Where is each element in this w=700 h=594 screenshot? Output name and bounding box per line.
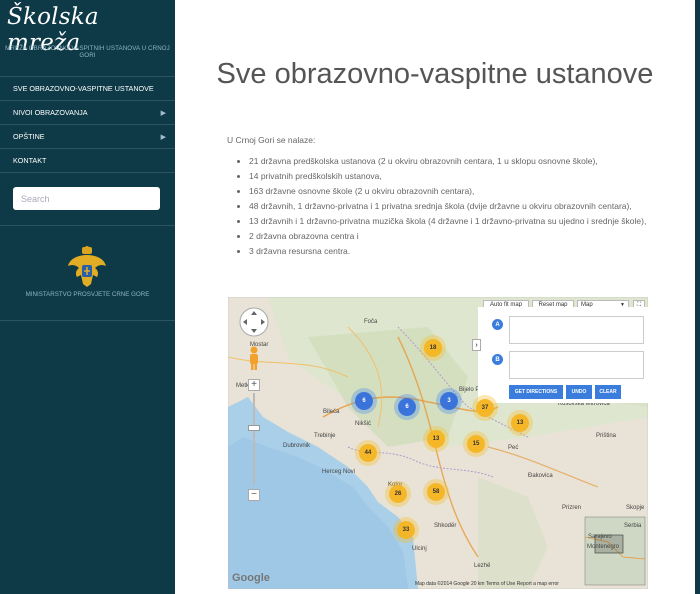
route-end-input[interactable] xyxy=(509,351,644,379)
sidebar-divider xyxy=(0,225,175,226)
map-cluster-marker[interactable]: 15 xyxy=(467,435,485,453)
nav-item-all-institutions[interactable]: SVE OBRAZOVNO-VASPITNE USTANOVE xyxy=(0,76,175,100)
nav-item-label: NIVOI OBRAZOVANJA xyxy=(13,108,88,117)
institution-summary-list: 21 državna predškolska ustanova (2 u okv… xyxy=(235,155,649,260)
list-item: 163 državne osnovne škole (2 u okviru ob… xyxy=(249,185,649,197)
map-attribution: Map data ©2014 Google 20 km Terms of Use… xyxy=(415,581,559,587)
map-place-label: Peć xyxy=(508,445,519,451)
map-place-label: Dubrovnik xyxy=(283,443,311,449)
map-cluster-marker[interactable]: 13 xyxy=(511,414,529,432)
map-pan-control[interactable] xyxy=(239,307,269,337)
map-place-label: Foča xyxy=(364,319,378,325)
list-item: 48 državnih, 1 državno-privatna i 1 priv… xyxy=(249,200,649,212)
map-place-label: Ulcinj xyxy=(412,546,427,552)
collapse-panel-button[interactable]: › xyxy=(472,339,481,351)
search-input[interactable] xyxy=(13,187,160,210)
chevron-right-icon: ▶ xyxy=(160,110,166,117)
sidebar-divider xyxy=(0,320,175,321)
map-cluster-marker[interactable]: 33 xyxy=(397,521,415,539)
nav-item-contact[interactable]: KONTAKT xyxy=(0,148,175,172)
nav-item-education-levels[interactable]: NIVOI OBRAZOVANJA ▶ xyxy=(0,100,175,124)
zoom-slider-track[interactable] xyxy=(253,393,255,485)
nav-item-label: SVE OBRAZOVNO-VASPITNE USTANOVE xyxy=(13,84,154,93)
right-gutter xyxy=(695,0,700,594)
map-cluster-marker[interactable]: 37 xyxy=(476,399,494,417)
map-place-label: Bileća xyxy=(323,409,340,415)
ministry-label: MINISTARSTVO PROSVJETE CRNE GORE xyxy=(25,291,150,298)
map-cluster-marker[interactable]: 6 xyxy=(398,398,416,416)
map-place-label: Trebinje xyxy=(314,433,336,439)
map-cluster-marker[interactable]: 3 xyxy=(440,392,458,410)
page-title: Sve obrazovno-vaspitne ustanove xyxy=(216,58,654,91)
map-place-label: Montenegro xyxy=(587,544,620,550)
route-start-input[interactable] xyxy=(509,316,644,344)
zoom-in-button[interactable]: + xyxy=(248,379,260,391)
street-view-pegman-icon[interactable] xyxy=(247,345,261,371)
undo-button[interactable]: UNDO xyxy=(566,385,592,399)
map-cluster-marker[interactable]: 58 xyxy=(427,483,445,501)
sidebar: Školska mreža MREŽA OBRAZOVNO-VASPITNIH … xyxy=(0,0,175,594)
coat-of-arms-icon xyxy=(68,246,106,287)
map-place-label: Đakovica xyxy=(528,473,553,479)
nav-divider xyxy=(0,172,175,173)
google-logo: Google xyxy=(232,572,270,584)
nav-item-municipalities[interactable]: OPŠTINE ▶ xyxy=(0,124,175,148)
list-item: 21 državna predškolska ustanova (2 u okv… xyxy=(249,155,649,167)
intro-text: U Crnoj Gori se nalaze: xyxy=(227,135,316,145)
map-cluster-marker[interactable]: 18 xyxy=(424,339,442,357)
map-view[interactable]: Mostar Metković Bileća Trebinje Dubrovni… xyxy=(228,297,648,589)
site-tagline: MREŽA OBRAZOVNO-VASPITNIH USTANOVA U CRN… xyxy=(5,45,170,59)
list-item: 14 privatnih predškolskih ustanova, xyxy=(249,170,649,182)
chevron-right-icon: ▶ xyxy=(160,134,166,141)
map-cluster-marker[interactable]: 44 xyxy=(359,444,377,462)
clear-button[interactable]: CLEAR xyxy=(595,385,621,399)
sidebar-nav: SVE OBRAZOVNO-VASPITNE USTANOVE NIVOI OB… xyxy=(0,76,175,173)
route-point-a: A xyxy=(492,319,503,330)
map-cluster-marker[interactable]: 13 xyxy=(427,430,445,448)
map-place-label: Skopje xyxy=(626,505,645,511)
map-place-label: Lezhë xyxy=(474,563,491,569)
map-cluster-marker[interactable]: 26 xyxy=(389,485,407,503)
map-place-label: Serbia xyxy=(624,523,642,529)
zoom-slider-handle[interactable] xyxy=(248,425,260,431)
map-place-label: Prizren xyxy=(562,505,582,511)
map-place-label: Herceg Novi xyxy=(322,469,356,475)
map-place-label: Shkodër xyxy=(434,523,457,529)
list-item: 3 državna resursna centra. xyxy=(249,245,649,257)
map-place-label: Priština xyxy=(596,433,617,439)
get-directions-button[interactable]: GET DIRECTIONS xyxy=(509,385,563,399)
zoom-out-button[interactable]: − xyxy=(248,489,260,501)
route-point-b: B xyxy=(492,354,503,365)
list-item: 13 državnih i 1 državno-privatna muzička… xyxy=(249,215,649,227)
map-place-label: Nikšić xyxy=(355,421,371,427)
nav-item-label: OPŠTINE xyxy=(13,132,45,141)
map-place-label: Sarajevo xyxy=(588,534,612,540)
nav-item-label: KONTAKT xyxy=(13,156,47,165)
map-cluster-marker[interactable]: 6 xyxy=(355,392,373,410)
list-item: 2 državna obrazovna centra i xyxy=(249,230,649,242)
